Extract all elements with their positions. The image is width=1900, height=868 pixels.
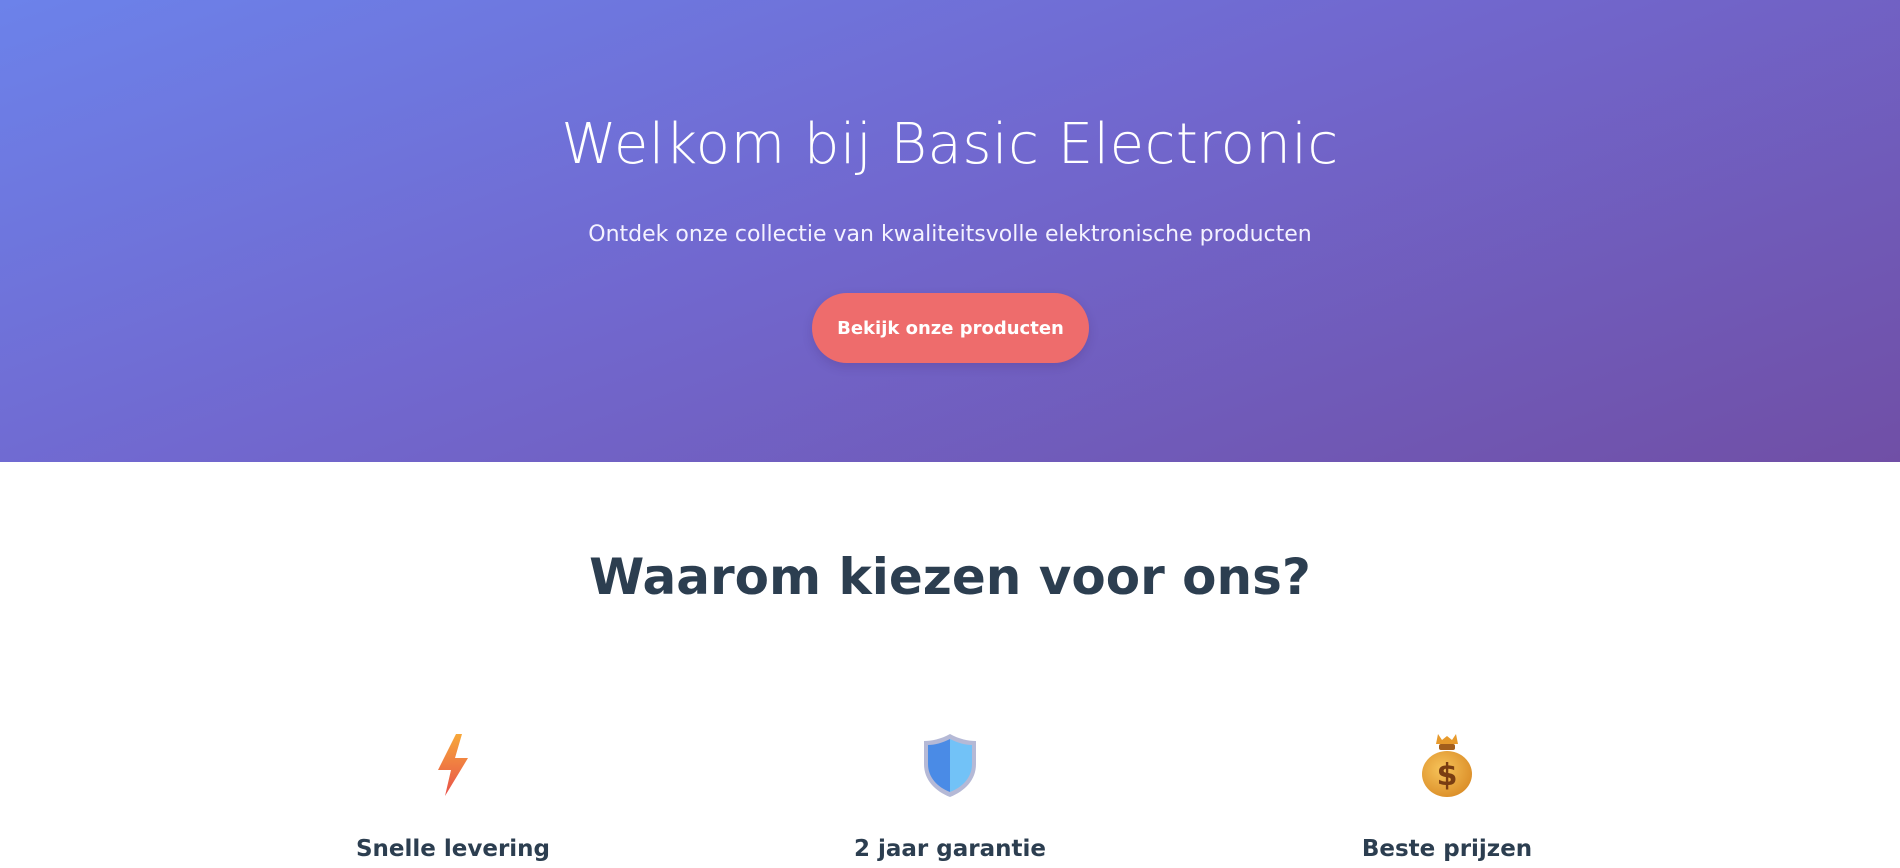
hero-subtitle: Ontdek onze collectie van kwaliteitsvoll… bbox=[588, 222, 1312, 247]
feature-label: Beste prijzen bbox=[1361, 836, 1533, 862]
svg-text:$: $ bbox=[1437, 758, 1458, 793]
feature-warranty: 2 jaar garantie bbox=[800, 730, 1100, 862]
view-products-button[interactable]: Bekijk onze producten bbox=[812, 293, 1089, 363]
why-choose-us-title: Waarom kiezen voor ons? bbox=[589, 548, 1311, 606]
feature-label: 2 jaar garantie bbox=[854, 836, 1046, 862]
lightning-bolt-icon bbox=[438, 734, 468, 796]
feature-fast-delivery: Snelle levering bbox=[303, 730, 603, 862]
feature-best-prices: $ Beste prijzen bbox=[1297, 730, 1597, 862]
hero-section: Welkom bij Basic Electronic Ontdek onze … bbox=[0, 0, 1900, 462]
hero-title: Welkom bij Basic Electronic bbox=[561, 112, 1339, 177]
money-bag-icon: $ bbox=[1422, 734, 1472, 797]
feature-label: Snelle levering bbox=[355, 836, 551, 862]
shield-icon bbox=[924, 734, 976, 797]
